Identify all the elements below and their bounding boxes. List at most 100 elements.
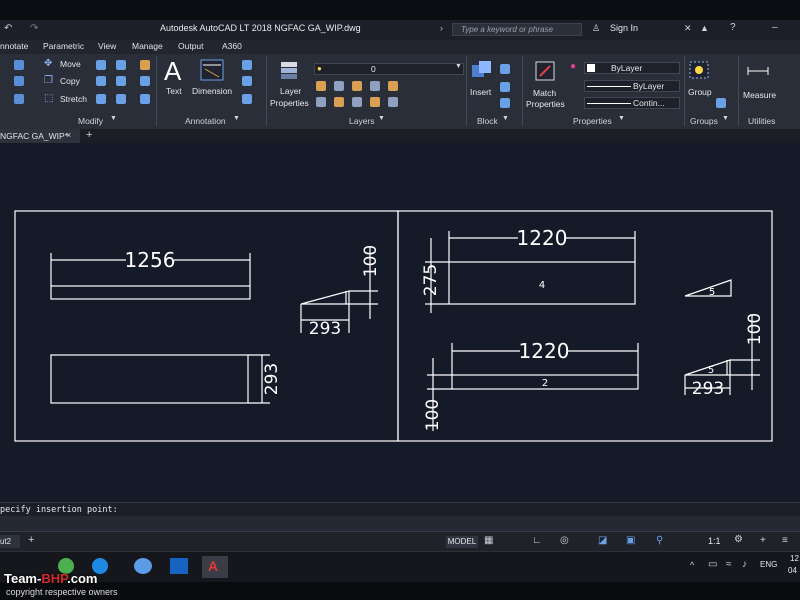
polar-icon[interactable]: ◎ [560, 535, 569, 546]
dropdown-arrow-icon[interactable]: ▼ [618, 115, 625, 122]
layers-panel-label[interactable]: Layers [349, 116, 375, 126]
new-tab-icon[interactable]: + [86, 129, 92, 141]
language-indicator[interactable]: ENG [760, 560, 777, 569]
dim-right-top-width[interactable]: 1220 [517, 226, 568, 250]
network-icon[interactable]: ▭ [708, 559, 717, 570]
dropdown-arrow-icon[interactable]: ▼ [502, 115, 509, 122]
layout-tab[interactable]: ut2 [0, 535, 20, 548]
text-button[interactable]: Text [166, 86, 182, 96]
customize-icon[interactable]: ≡ [782, 535, 788, 546]
leader-icon[interactable] [242, 76, 252, 86]
right-bottom-plank-label[interactable]: 2 [542, 378, 548, 389]
scale-value[interactable]: 1:1 [708, 536, 721, 546]
move-button[interactable]: Move [60, 59, 81, 69]
clock-date[interactable]: 04 [788, 566, 797, 575]
autocad-taskbar-button[interactable]: A [202, 556, 228, 578]
modify-panel-label[interactable]: Modify [78, 116, 103, 126]
user-icon[interactable]: ♙ [592, 23, 600, 34]
dim-left-top-width[interactable]: 1256 [125, 248, 176, 272]
exchange-icon[interactable]: ✕ [684, 23, 692, 34]
help-icon[interactable]: ? [730, 22, 736, 33]
right-wedge-top-label[interactable]: 5 [709, 287, 715, 298]
dropdown-arrow-icon[interactable]: ▼ [722, 115, 729, 122]
properties-panel-label[interactable]: Properties [573, 116, 612, 126]
fillet-icon[interactable] [116, 76, 126, 86]
dim-right-wedge-width[interactable]: 293 [692, 379, 724, 399]
dimension-tool-icon[interactable] [200, 59, 224, 81]
groups-panel-label[interactable]: Groups [690, 116, 718, 126]
layer-dropdown[interactable]: ● 0 [314, 63, 464, 75]
tab-output[interactable]: Output [178, 41, 204, 51]
layer-properties-label-1[interactable]: Layer [280, 86, 301, 96]
volume-icon[interactable]: ♪ [742, 559, 747, 570]
model-space-button[interactable]: MODEL [446, 536, 478, 548]
ortho-icon[interactable]: ∟ [532, 535, 542, 546]
taskbar-app-icon[interactable] [170, 558, 188, 574]
lineweight-toggle-icon[interactable]: ▣ [626, 535, 635, 546]
dropdown-arrow-icon[interactable]: ▼ [233, 115, 240, 122]
table-icon[interactable] [242, 94, 252, 104]
copy-button[interactable]: Copy [60, 76, 80, 86]
tab-annotate[interactable]: nnotate [0, 41, 28, 51]
minimize-icon[interactable]: – [772, 22, 778, 33]
plus-icon[interactable]: + [760, 535, 766, 546]
redo-icon[interactable]: ↷ [30, 23, 38, 34]
sign-in-button[interactable]: Sign In [610, 23, 638, 33]
array-icon[interactable] [116, 94, 126, 104]
annotation-panel-label[interactable]: Annotation [185, 116, 226, 126]
dropdown-arrow-icon[interactable]: ▼ [378, 115, 385, 122]
measure-button[interactable]: Measure [743, 90, 776, 100]
tab-manage[interactable]: Manage [132, 41, 163, 51]
match-properties-label-2[interactable]: Properties [526, 99, 565, 109]
dim-left-wedge-width[interactable]: 293 [309, 319, 341, 339]
layer-tool-icon[interactable] [334, 81, 344, 91]
group-button[interactable]: Group [688, 87, 712, 97]
color-dropdown[interactable]: ByLayer [584, 62, 680, 74]
insert-block-icon[interactable] [470, 59, 494, 81]
measure-icon[interactable] [746, 64, 770, 78]
match-properties-icon[interactable] [534, 60, 556, 82]
layer-tool-icon[interactable] [352, 81, 362, 91]
chevron-down-icon[interactable]: ▼ [455, 63, 462, 70]
rotate-icon[interactable] [96, 60, 106, 70]
block-panel-label[interactable]: Block [477, 116, 498, 126]
match-properties-label-1[interactable]: Match [533, 88, 556, 98]
linear-dim-icon[interactable] [242, 60, 252, 70]
edit-block-icon[interactable] [500, 82, 510, 92]
layer-properties-icon[interactable] [278, 59, 300, 81]
add-layout-icon[interactable]: + [28, 534, 34, 546]
dim-left-top-height[interactable]: 100 [361, 245, 381, 277]
erase-icon[interactable] [140, 60, 150, 70]
tab-view[interactable]: View [98, 41, 116, 51]
mirror-icon[interactable] [96, 76, 106, 86]
triangle-icon[interactable]: ▲ [700, 23, 709, 33]
layer-tool-icon[interactable] [352, 97, 362, 107]
create-block-icon[interactable] [500, 64, 510, 74]
group-icon[interactable] [688, 60, 712, 82]
utilities-panel-label[interactable]: Utilities [748, 116, 775, 126]
right-wedge-bottom-label[interactable]: 5 [708, 365, 714, 376]
insert-button[interactable]: Insert [470, 87, 491, 97]
osnap-icon[interactable]: ◪ [598, 535, 607, 546]
stretch-button[interactable]: Stretch [60, 94, 87, 104]
undo-icon[interactable]: ↶ [4, 23, 12, 34]
modify-tool-icon[interactable] [14, 76, 24, 86]
dimension-button[interactable]: Dimension [192, 86, 232, 96]
layer-tool-icon[interactable] [316, 97, 326, 107]
right-viewport-frame[interactable] [397, 210, 773, 442]
layer-tool-icon[interactable] [370, 81, 380, 91]
grid-icon[interactable]: ▦ [484, 535, 493, 546]
layer-tool-icon[interactable] [370, 97, 380, 107]
dim-right-wedge-height[interactable]: 100 [745, 313, 765, 345]
gear-icon[interactable]: ⚙ [734, 534, 743, 545]
dropdown-arrow-icon[interactable]: ▼ [110, 115, 117, 122]
explode-icon[interactable] [140, 76, 150, 86]
taskbar-app-icon[interactable] [134, 558, 152, 574]
right-top-box-label[interactable]: 4 [539, 280, 545, 291]
linetype-dropdown[interactable]: Contin... [584, 97, 680, 109]
tab-a360[interactable]: A360 [222, 41, 242, 51]
layer-tool-icon[interactable] [316, 81, 326, 91]
left-wedge[interactable] [300, 290, 350, 305]
layer-tool-icon[interactable] [388, 81, 398, 91]
dim-right-bottom-width[interactable]: 1220 [519, 339, 570, 363]
